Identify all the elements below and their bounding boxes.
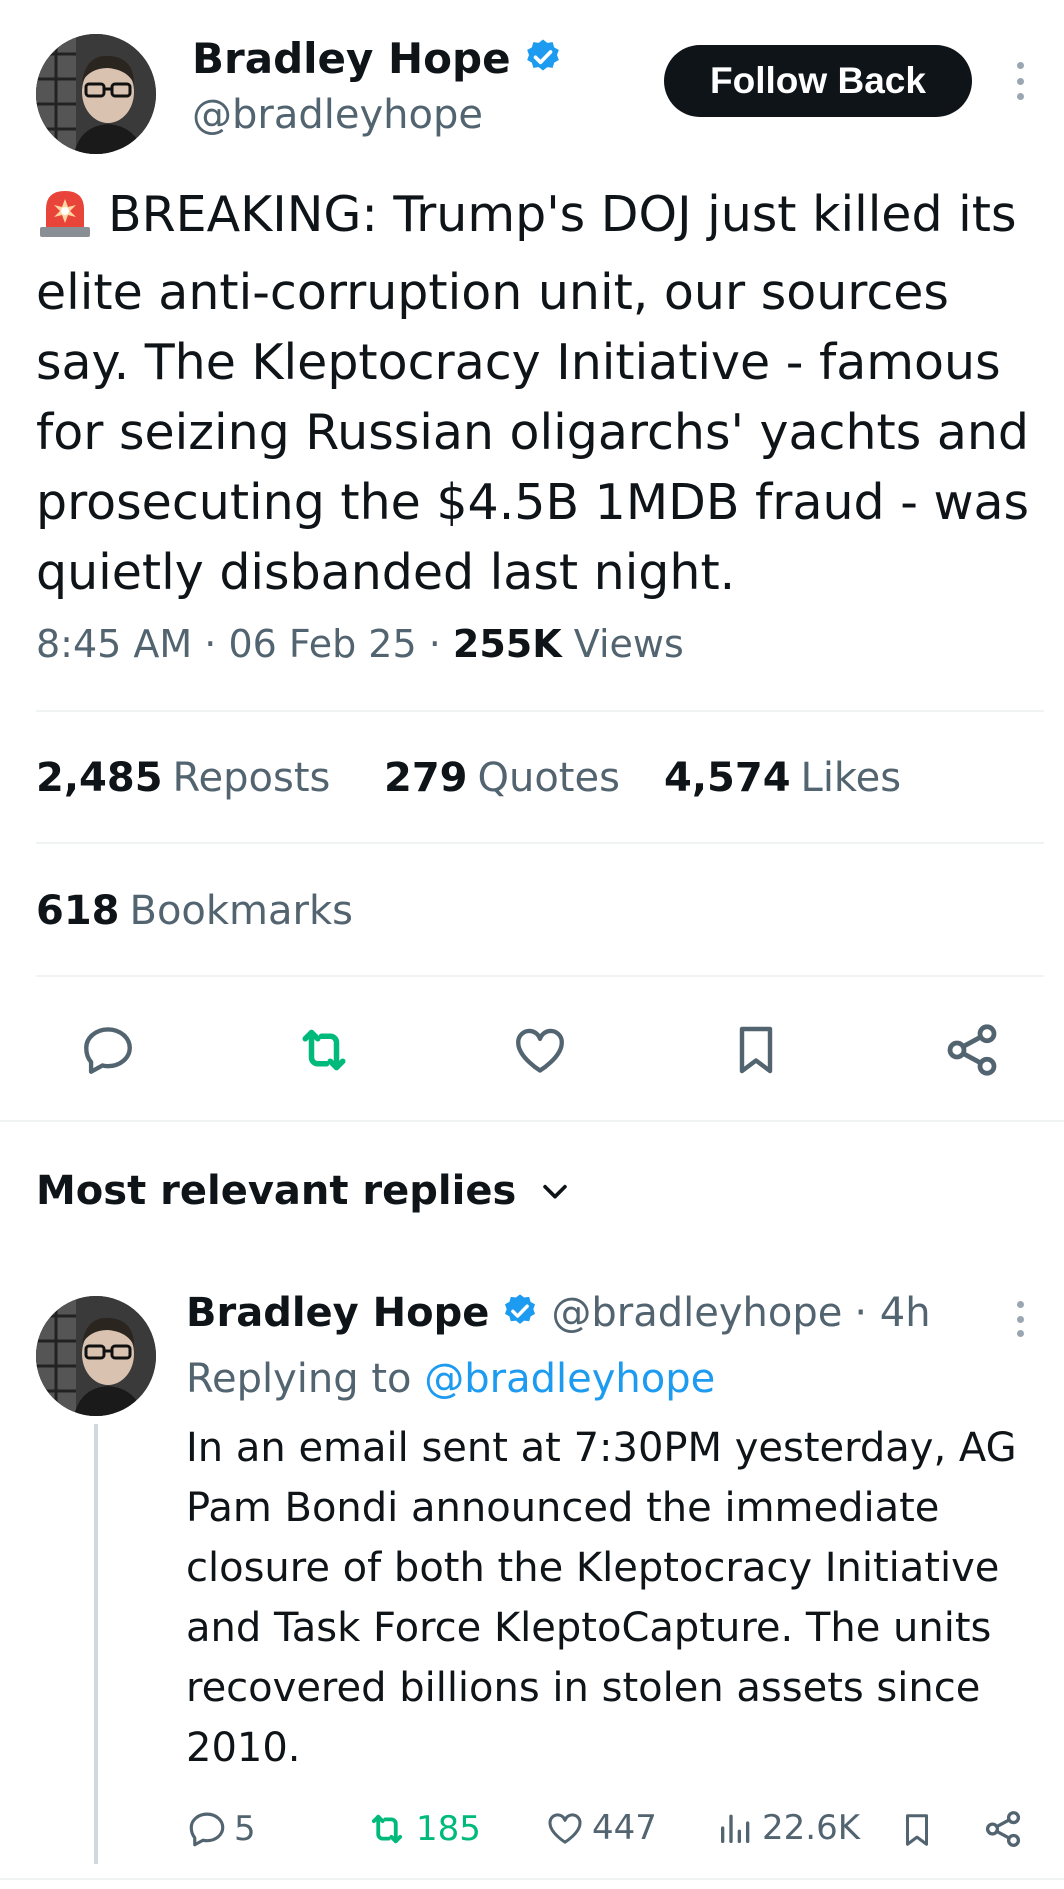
- replying-to-prefix: Replying to: [186, 1356, 412, 1402]
- divider: [36, 842, 1044, 844]
- reply-bookmark-button[interactable]: [898, 1808, 936, 1852]
- reply-author-handle[interactable]: @bradleyhope: [551, 1290, 842, 1336]
- like-icon: [516, 1028, 564, 1073]
- divider: [36, 710, 1044, 712]
- reposts-stat[interactable]: 2,485 Reposts: [36, 755, 330, 801]
- likes-label: Likes: [800, 755, 902, 801]
- reply-replies-count: 5: [234, 1809, 256, 1849]
- tweet-time[interactable]: 8:45 AM: [36, 622, 192, 666]
- quotes-stat[interactable]: 279 Quotes: [384, 755, 620, 801]
- share-icon: [985, 1811, 1021, 1847]
- reply-button[interactable]: [70, 1015, 146, 1085]
- chevron-down-icon: [543, 1184, 568, 1199]
- reply-icon: [84, 1027, 132, 1074]
- divider: [0, 1120, 1064, 1122]
- views-label: Views: [573, 622, 684, 666]
- repost-icon: [371, 1814, 403, 1844]
- tweet-date[interactable]: 06 Feb 25: [228, 622, 416, 666]
- reply-views-count: 22.6K: [762, 1808, 860, 1848]
- bookmark-button[interactable]: [718, 1015, 794, 1085]
- reply-text: In an email sent at 7:30PM yesterday, AG…: [186, 1425, 1017, 1771]
- author-avatar[interactable]: [36, 34, 156, 154]
- repost-icon: [302, 1029, 346, 1071]
- views-count: 255K: [452, 622, 562, 666]
- bookmarks-stat[interactable]: 618 Bookmarks: [36, 888, 353, 934]
- tweet-text: BREAKING: Trump's DOJ just killed its el…: [36, 180, 1046, 608]
- author-name-row: Bradley Hope: [192, 34, 563, 83]
- reply-author-name[interactable]: Bradley Hope: [186, 1290, 489, 1336]
- replying-to-line: Replying to @bradleyhope: [186, 1356, 715, 1402]
- divider: [36, 975, 1044, 977]
- reply-icon: [189, 1812, 225, 1847]
- replies-sort-label: Most relevant replies: [36, 1168, 517, 1214]
- bookmarks-label: Bookmarks: [129, 888, 353, 934]
- divider: [0, 1878, 1064, 1880]
- police-siren-icon: [36, 185, 94, 258]
- reply-header: Bradley Hope @bradleyhope · 4h: [186, 1290, 931, 1336]
- share-icon: [947, 1024, 997, 1076]
- reply-reposts-count: 185: [416, 1809, 481, 1849]
- replying-to-handle-link[interactable]: @bradleyhope: [424, 1356, 715, 1402]
- reposts-count: 2,485: [36, 755, 163, 801]
- reply-time[interactable]: · 4h: [854, 1290, 930, 1336]
- reply-reply-button[interactable]: 5: [186, 1808, 256, 1850]
- like-icon: [548, 1813, 582, 1844]
- verified-badge-icon: [523, 37, 563, 81]
- quotes-count: 279: [384, 755, 468, 801]
- author-name[interactable]: Bradley Hope: [192, 34, 511, 83]
- reposts-label: Reposts: [172, 755, 331, 801]
- replies-sort-dropdown[interactable]: Most relevant replies: [36, 1168, 572, 1214]
- reply-repost-button[interactable]: 185: [364, 1808, 481, 1850]
- tweet-meta: 8:45 AM · 06 Feb 25 · 255K Views: [36, 622, 684, 666]
- more-options-icon[interactable]: [1014, 62, 1026, 100]
- bookmark-icon: [905, 1814, 929, 1846]
- quotes-label: Quotes: [477, 755, 620, 801]
- like-button[interactable]: [502, 1015, 578, 1085]
- reply-like-button[interactable]: 447: [544, 1808, 657, 1848]
- reply-author-avatar[interactable]: [36, 1296, 156, 1416]
- reply-views-button[interactable]: 22.6K: [716, 1808, 860, 1848]
- reply-likes-count: 447: [592, 1808, 657, 1848]
- meta-separator: ·: [428, 622, 441, 666]
- likes-stat[interactable]: 4,574 Likes: [664, 755, 901, 801]
- views-icon: [721, 1814, 750, 1843]
- repost-button[interactable]: [286, 1015, 362, 1085]
- meta-separator: ·: [204, 622, 217, 666]
- tweet-text-content: BREAKING: Trump's DOJ just killed its el…: [36, 186, 1030, 601]
- author-handle[interactable]: @bradleyhope: [192, 92, 483, 138]
- likes-count: 4,574: [664, 755, 791, 801]
- thread-line: [94, 1424, 98, 1864]
- bookmark-icon: [739, 1026, 773, 1074]
- follow-back-button[interactable]: Follow Back: [664, 45, 972, 117]
- share-button[interactable]: [934, 1015, 1010, 1085]
- reply-more-options-icon[interactable]: [1014, 1301, 1026, 1337]
- reply-share-button[interactable]: [982, 1808, 1024, 1850]
- bookmarks-count: 618: [36, 888, 120, 934]
- verified-badge-icon: [501, 1292, 539, 1334]
